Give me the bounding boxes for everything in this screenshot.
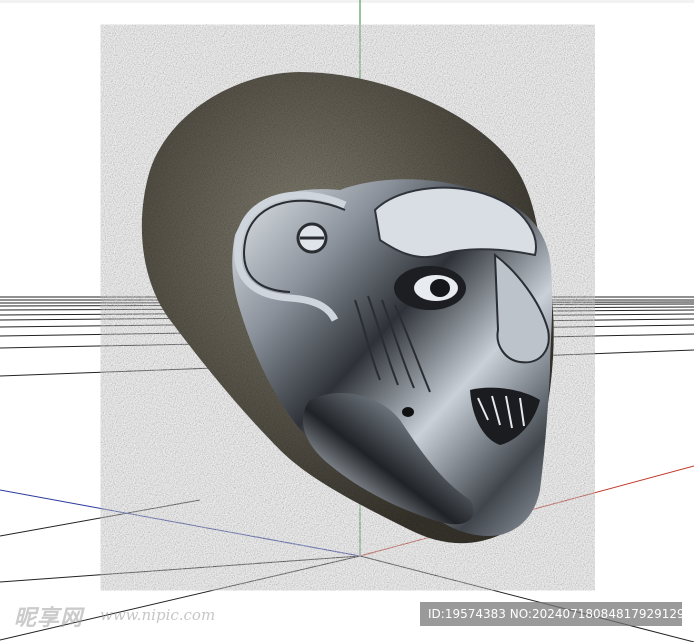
watermark-logo: 昵享网	[14, 605, 84, 631]
watermark-url: www.nipic.com	[100, 606, 216, 624]
watermark-id-bar: ID:19574383 NO:20240718084817929129...	[420, 602, 682, 626]
alien-head-model[interactable]	[141, 72, 554, 544]
eye-pupil	[430, 279, 450, 297]
neck-hole	[402, 407, 414, 417]
axis-z-blue	[0, 489, 361, 557]
scene-canvas[interactable]	[0, 0, 694, 642]
3d-viewport[interactable]: 昵享网 www.nipic.com ID:19574383 NO:2024071…	[0, 0, 694, 642]
